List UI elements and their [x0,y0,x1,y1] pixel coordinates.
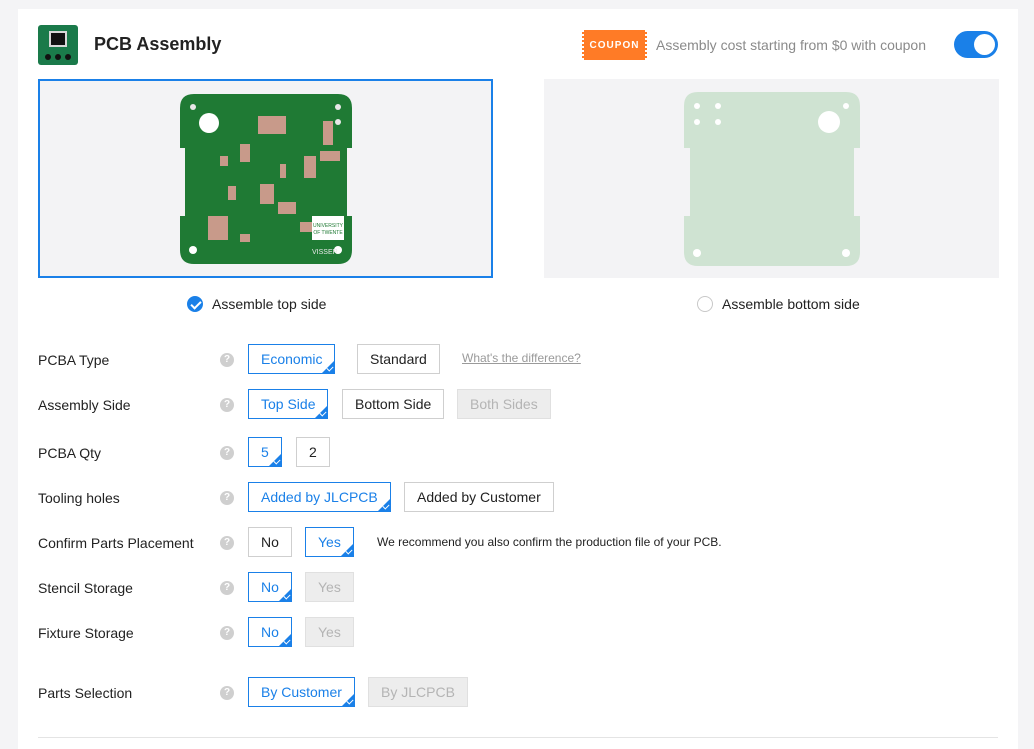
help-icon[interactable]: ? [220,581,234,595]
bottom-board-image [684,92,860,266]
fixture-storage-yes-button[interactable]: Yes [305,617,354,647]
pcba-qty-row: PCBA Qty ? 5 2 [38,437,998,469]
pcba-type-row: PCBA Type ? Economic Standard What's the… [38,344,998,376]
divider [38,737,998,738]
pcba-type-economic-button[interactable]: Economic [248,344,336,374]
help-icon[interactable]: ? [220,353,234,367]
top-board-image: UNIVERSITY OF TWENTE VISSER [180,94,352,264]
assembly-toggle[interactable] [954,31,998,58]
help-icon[interactable]: ? [220,686,234,700]
assembly-bottom-side-button[interactable]: Bottom Side [342,389,445,419]
pcba-type-label: PCBA Type [38,352,110,368]
bottom-side-radio[interactable] [697,296,713,312]
pcba-type-standard-button[interactable]: Standard [357,344,440,374]
fixture-storage-label: Fixture Storage [38,625,134,641]
stencil-storage-row: Stencil Storage ? No Yes [38,572,998,604]
assemble-top-label: Assemble top side [212,296,327,312]
parts-selection-row: Parts Selection ? By Customer By JLCPCB [38,677,998,709]
fixture-storage-row: Fixture Storage ? No Yes [38,617,998,649]
confirm-parts-label: Confirm Parts Placement [38,535,194,551]
help-icon[interactable]: ? [220,398,234,412]
help-icon[interactable]: ? [220,536,234,550]
confirm-parts-note: We recommend you also confirm the produc… [377,535,722,549]
assemble-top-option[interactable]: Assemble top side [187,296,326,312]
pcba-qty-label: PCBA Qty [38,445,102,461]
coupon-badge: COUPON [582,30,647,60]
stencil-storage-label: Stencil Storage [38,580,133,596]
assembly-top-side-button[interactable]: Top Side [248,389,329,419]
stencil-storage-yes-button[interactable]: Yes [305,572,354,602]
tooling-by-jlcpcb-button[interactable]: Added by JLCPCB [248,482,391,512]
confirm-parts-yes-button[interactable]: Yes [305,527,354,557]
assembly-side-row: Assembly Side ? Top Side Bottom Side Bot… [38,389,998,421]
whats-the-difference-link[interactable]: What's the difference? [462,351,581,365]
tooling-by-customer-button[interactable]: Added by Customer [404,482,554,512]
page-title: PCB Assembly [94,34,222,54]
pcba-qty-2-button[interactable]: 2 [296,437,330,467]
top-side-radio[interactable] [187,296,203,312]
parts-by-customer-button[interactable]: By Customer [248,677,355,707]
fixture-storage-no-button[interactable]: No [248,617,292,647]
coupon-text: Assembly cost starting from $0 with coup… [656,37,927,53]
top-side-card[interactable]: UNIVERSITY OF TWENTE VISSER [38,79,493,278]
bottom-side-card[interactable] [544,79,999,278]
help-icon[interactable]: ? [220,491,234,505]
parts-by-jlcpcb-button[interactable]: By JLCPCB [368,677,468,707]
confirm-parts-row: Confirm Parts Placement ? No Yes We reco… [38,527,998,559]
confirm-parts-no-button[interactable]: No [248,527,292,557]
parts-selection-label: Parts Selection [38,685,133,701]
tooling-holes-label: Tooling holes [38,490,120,506]
svg-text:OF TWENTE: OF TWENTE [313,230,343,236]
help-icon[interactable]: ? [220,626,234,640]
tooling-holes-row: Tooling holes ? Added by JLCPCB Added by… [38,482,998,514]
assembly-side-label: Assembly Side [38,397,131,413]
help-icon[interactable]: ? [220,446,234,460]
assembly-header: PCB Assembly COUPON Assembly cost starti… [38,25,998,65]
svg-text:UNIVERSITY: UNIVERSITY [313,223,344,229]
pcba-qty-5-button[interactable]: 5 [248,437,282,467]
pcba-logo-icon [38,25,78,65]
assemble-bottom-label: Assemble bottom side [722,296,860,312]
svg-text:VISSER: VISSER [312,249,338,256]
stencil-storage-no-button[interactable]: No [248,572,292,602]
assembly-both-sides-button[interactable]: Both Sides [457,389,551,419]
assemble-bottom-option[interactable]: Assemble bottom side [697,296,860,312]
